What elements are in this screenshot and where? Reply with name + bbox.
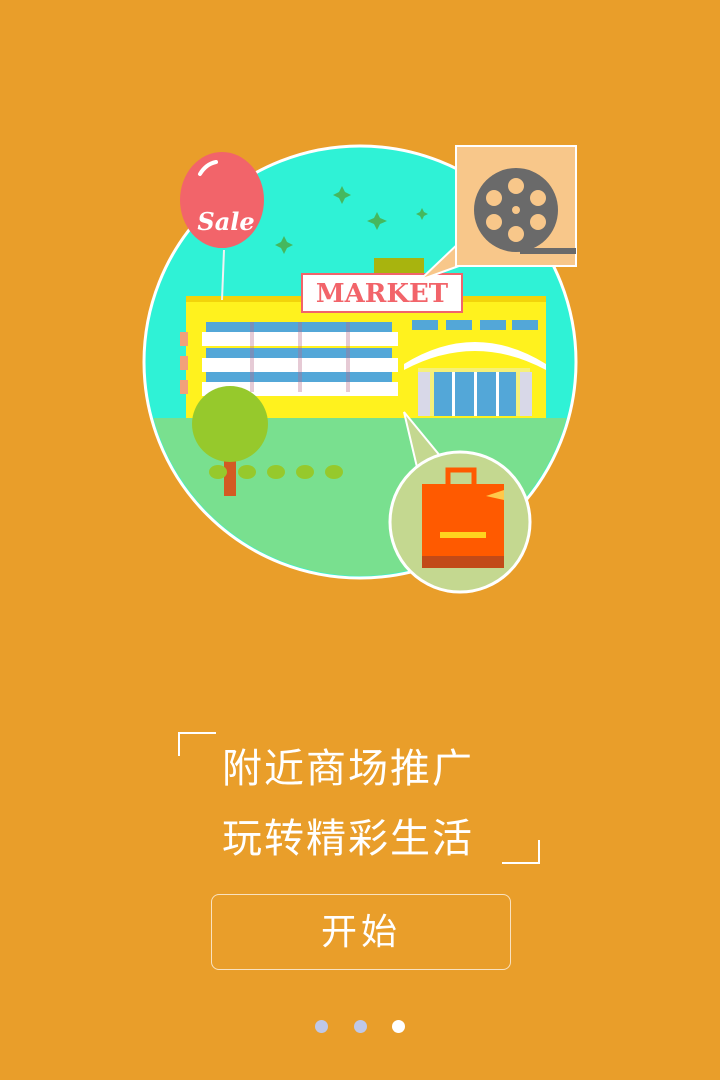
page-indicator: [0, 1018, 720, 1038]
start-button[interactable]: 开始: [211, 894, 511, 970]
balloon-sale-text: Sale: [197, 207, 254, 236]
market-sign-text: MARKET: [316, 279, 449, 309]
quote-close-bracket: [502, 840, 540, 864]
slogan-line-2: 玩转精彩生活: [222, 816, 474, 862]
quote-open-bracket: [178, 732, 216, 756]
slogan-line-1: 附近商场推广: [222, 746, 474, 792]
tree: [192, 386, 268, 462]
page-dot-3[interactable]: [391, 1020, 405, 1033]
mall-illustration: MARKET Sale: [142, 144, 578, 594]
page-dot-1[interactable]: [315, 1020, 329, 1033]
page-dot-2[interactable]: [353, 1020, 367, 1033]
